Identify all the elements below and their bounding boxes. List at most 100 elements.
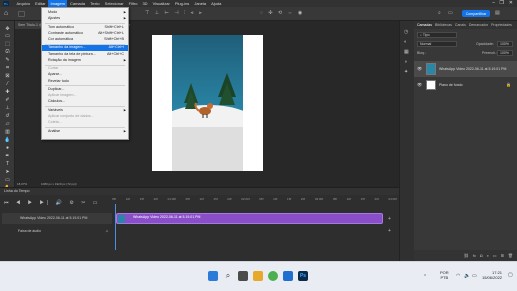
music-note-icon[interactable]: ♫ [105, 227, 108, 235]
new-layer-icon[interactable]: ⊞ [501, 253, 504, 258]
pen-tool-icon[interactable]: ✒ [4, 153, 11, 159]
type-tool-icon[interactable]: T [4, 161, 11, 167]
language-indicator[interactable]: POR PTB [440, 270, 449, 280]
healing-brush-icon[interactable]: ✚ [4, 89, 11, 95]
tool-preset-icon[interactable] [18, 11, 25, 17]
menu-item[interactable]: Cálculos... [42, 99, 128, 105]
video-track-header[interactable]: WhatsApp Video 2022-06-11 at 5.19.01 PM [2, 213, 112, 224]
file-explorer-icon[interactable] [253, 271, 263, 281]
menu-3d[interactable]: 3D [140, 0, 150, 7]
menu-window[interactable]: Janela [192, 0, 209, 7]
lasso-tool-icon[interactable]: ᘏ [4, 49, 11, 55]
menu-edit[interactable]: Editar [33, 0, 48, 7]
workspace-switch-icon[interactable]: ▤ [495, 10, 500, 16]
tray-chevron-icon[interactable]: ⌃ [423, 274, 427, 280]
menu-filter[interactable]: Filtro [126, 0, 140, 7]
menu-view[interactable]: Visualizar [150, 0, 172, 7]
zoom-level[interactable]: 18,07% [17, 182, 27, 186]
task-view-icon[interactable] [238, 271, 248, 281]
playback-controls[interactable]: ⏮ ◀ ▶ ▶| 🔊 ⚙ ✂ ▭ [4, 200, 101, 206]
photoshop-taskbar-icon[interactable]: Ps [298, 271, 308, 281]
menu-item[interactable]: Variáveis ▶ [42, 108, 128, 114]
start-icon[interactable] [208, 271, 218, 281]
blend-mode-select[interactable]: Normal [417, 41, 457, 47]
tab-libraries[interactable]: Bibliotecas [435, 23, 452, 27]
home-icon[interactable]: ⌂ [4, 10, 8, 17]
quick-select-icon[interactable]: ✎ [4, 57, 11, 63]
color-icon[interactable]: ◐ [404, 39, 407, 45]
menu-item[interactable]: Tom automático Shift+Ctrl+L [42, 25, 128, 31]
adjustments-icon[interactable]: ◑ [404, 59, 407, 65]
tab-properties[interactable]: Propriedades [491, 23, 512, 27]
workspace-icon[interactable]: ▭ [448, 10, 453, 16]
fx-icon[interactable]: fx [473, 253, 476, 258]
notification-icon[interactable]: ▢ [508, 272, 513, 278]
move-tool-icon[interactable]: ✥ [4, 26, 11, 32]
opacity-field[interactable]: 100% [497, 41, 513, 47]
frame-tool-icon[interactable]: ⊠ [4, 73, 11, 79]
menu-item[interactable]: Tamanho da tela de pintura... Alt+Ctrl+C [42, 52, 128, 58]
menu-layer[interactable]: Camada [67, 0, 87, 7]
gradient-tool-icon[interactable]: ▥ [4, 129, 11, 135]
crop-tool-icon[interactable]: ⌗ [4, 65, 11, 71]
tab-layers[interactable]: Camadas [417, 23, 432, 27]
minimize-icon[interactable]: – [492, 0, 495, 7]
3d-mode-icons[interactable]: ◌ ✣ ⟲ ⇔ ◉ [260, 10, 304, 16]
menu-plugins[interactable]: Plug-ins [172, 0, 191, 7]
brush-tool-icon[interactable]: ✐ [4, 97, 11, 103]
menu-item[interactable]: Tamanho da imagem... Alt+Ctrl+I [42, 45, 128, 51]
menu-item[interactable]: Análise ▶ [42, 129, 128, 135]
path-select-icon[interactable]: ➤ [4, 169, 11, 175]
clone-stamp-icon[interactable]: ⊥ [4, 105, 11, 111]
tab-paths[interactable]: Demarcador [469, 23, 488, 27]
menu-item[interactable]: Revelar tudo [42, 79, 128, 85]
artboard-tool-icon[interactable]: ▭ [4, 33, 11, 39]
menu-select[interactable]: Selecionar [102, 0, 126, 7]
battery-icon[interactable]: ▭ [472, 273, 477, 279]
fill-field[interactable]: 100% [497, 50, 513, 56]
trash-icon[interactable]: 🗑 [508, 253, 513, 258]
search-icon[interactable]: ⌕ [438, 10, 441, 16]
volume-icon[interactable]: 🔈 [464, 273, 470, 279]
history-icon[interactable]: ◷ [404, 29, 408, 35]
eraser-tool-icon[interactable]: ▱ [4, 121, 11, 127]
adjustment-layer-icon[interactable]: ◑ [486, 253, 488, 258]
marquee-tool-icon[interactable]: ⬚ [4, 41, 11, 47]
add-audio-icon[interactable]: + [388, 228, 391, 234]
close-window-icon[interactable]: ✕ [509, 0, 513, 7]
menu-image[interactable]: Imagem [48, 0, 68, 7]
menu-help[interactable]: Ajuda [209, 0, 224, 7]
add-media-icon[interactable]: + [388, 216, 391, 222]
mask-icon[interactable]: ◘ [480, 253, 482, 258]
share-button[interactable]: Compartilhar [462, 10, 490, 17]
eye-icon[interactable]: 👁 [417, 66, 422, 71]
wifi-icon[interactable]: ◠ [456, 273, 460, 279]
learn-icon[interactable]: ✦ [404, 69, 408, 75]
menu-item[interactable]: Aparar... [42, 72, 128, 78]
menu-item[interactable]: Contraste automático Alt+Shift+Ctrl+L [42, 31, 128, 37]
dodge-tool-icon[interactable]: ● [4, 145, 11, 151]
edge-icon[interactable] [283, 271, 293, 281]
menu-type[interactable]: Texto [88, 0, 103, 7]
audio-track-header[interactable]: Faixa de áudio ♫ [2, 227, 112, 235]
playhead[interactable] [115, 204, 116, 250]
menu-item[interactable]: Duplicar... [42, 87, 128, 93]
swatches-icon[interactable]: ▦ [404, 49, 409, 55]
menu-item[interactable]: Ajustes ▶ [42, 16, 128, 22]
menu-item[interactable]: Cor automática Shift+Ctrl+B [42, 37, 128, 43]
search-icon[interactable]: ⌕ [223, 271, 233, 281]
history-brush-icon[interactable]: ↺ [4, 113, 11, 119]
link-icon[interactable]: ⛓ [464, 253, 469, 258]
chrome-icon[interactable] [268, 271, 278, 281]
group-icon[interactable]: ▭ [493, 253, 497, 258]
video-clip[interactable]: WhatsApp Video 2022-06-11 at 5.19.01 PM [116, 213, 383, 224]
rectangle-tool-icon[interactable]: ▭ [4, 177, 11, 183]
timeline-ruler[interactable]: 05f 10f 15f 20f 01:00f 05f 10f 15f 20f 02:00f 05f 1… [112, 197, 397, 204]
menu-file[interactable]: Arquivo [14, 0, 33, 7]
eyedropper-icon[interactable]: ⁄ [4, 81, 11, 87]
tab-channels[interactable]: Canais [455, 23, 466, 27]
align-icons[interactable]: ⊤ ⊥ ⊢ ⊣ ⫶ ⫷ ⫸ [145, 10, 204, 16]
eye-icon[interactable]: 👁 [417, 82, 422, 87]
maximize-icon[interactable]: ❐ [500, 0, 504, 7]
layer-row[interactable]: 👁 WhatsApp Video 2022-06-11 at 5.19.01 P… [414, 61, 517, 77]
